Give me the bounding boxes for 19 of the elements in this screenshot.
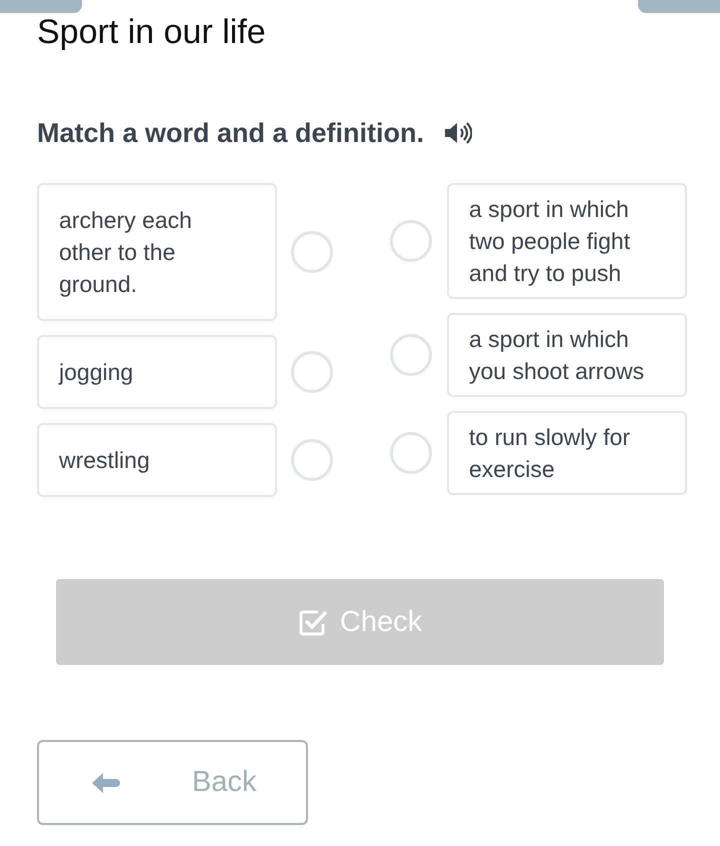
arrow-left-icon	[90, 770, 120, 794]
page-title: Sport in our life	[37, 13, 266, 51]
checkbox-icon	[298, 608, 328, 636]
radio-button[interactable]	[390, 334, 432, 376]
radio-button[interactable]	[390, 432, 432, 474]
definition-card[interactable]: to run slowly for exercise	[447, 411, 687, 495]
word-card[interactable]: wrestling	[37, 423, 277, 497]
speaker-icon[interactable]	[444, 121, 472, 145]
definition-card[interactable]: a sport in which two people fight and try to push	[447, 183, 687, 299]
radio-button[interactable]	[390, 220, 432, 262]
definition-card[interactable]: a sport in which you shoot arrows	[447, 313, 687, 397]
radio-button[interactable]	[291, 231, 333, 273]
page-tab[interactable]	[0, 0, 82, 13]
word-card[interactable]: jogging	[37, 335, 277, 409]
word-card[interactable]: archery each other to the ground.	[37, 183, 277, 321]
radio-button[interactable]	[291, 439, 333, 481]
page-tab[interactable]	[638, 0, 720, 13]
radio-button[interactable]	[291, 351, 333, 393]
instruction-text: Match a word and a definition.	[37, 117, 424, 150]
